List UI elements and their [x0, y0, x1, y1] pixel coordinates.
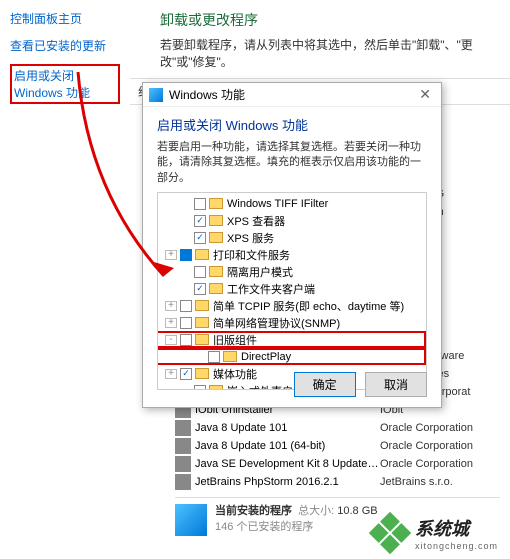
features-tree[interactable]: Windows TIFF IFilter XPS 查看器XPS 服务 + 打印和文件服… — [157, 192, 427, 390]
folder-icon — [195, 368, 209, 379]
watermark: 系统城 xitongcheng.com — [375, 515, 498, 551]
control-panel-sidebar: 控制面板主页 查看已安装的更新 启用或关闭 Windows 功能 — [10, 10, 120, 114]
dialog-title: Windows 功能 — [169, 86, 415, 103]
publisher-cell: Oracle Corporation — [380, 422, 500, 434]
folder-icon — [195, 300, 209, 311]
tree-row[interactable]: XPS 查看器 — [158, 212, 426, 229]
tree-label: Windows TIFF IFilter — [227, 198, 328, 210]
tree-row[interactable]: - 旧版组件 — [157, 331, 426, 348]
expand-toggle[interactable]: + — [165, 301, 177, 311]
app-name-cell: Java 8 Update 101 — [195, 422, 380, 434]
checkbox[interactable] — [180, 334, 192, 346]
tree-row[interactable]: DirectPlay — [157, 348, 426, 365]
tree-label: 简单 TCPIP 服务(即 echo、daytime 等) — [213, 298, 404, 314]
programs-icon — [175, 504, 207, 536]
list-item[interactable]: JetBrains PhpStorm 2016.2.1JetBrains s.r… — [175, 473, 500, 491]
folder-icon — [195, 317, 209, 328]
checkbox[interactable] — [194, 198, 206, 210]
status-count: 146 个已安装的程序 — [215, 520, 378, 535]
watermark-logo — [369, 512, 411, 554]
checkbox[interactable] — [180, 317, 192, 329]
status-size-value: 10.8 GB — [337, 505, 377, 517]
folder-icon — [223, 351, 237, 362]
tree-label: 简单网络管理协议(SNMP) — [213, 315, 340, 331]
app-name-cell: Java SE Development Kit 8 Update 101 — [195, 458, 380, 470]
checkbox[interactable] — [180, 368, 192, 380]
close-icon[interactable]: ✕ — [415, 86, 435, 103]
expand-toggle[interactable]: + — [165, 250, 177, 260]
folder-icon — [209, 215, 223, 226]
tree-label: 隔离用户模式 — [227, 264, 293, 280]
folder-icon — [209, 266, 223, 277]
list-item[interactable]: Java SE Development Kit 8 Update 101Orac… — [175, 455, 500, 473]
list-item[interactable]: Java 8 Update 101 (64-bit)Oracle Corpora… — [175, 437, 500, 455]
watermark-url: xitongcheng.com — [415, 541, 498, 551]
folder-icon — [209, 283, 223, 294]
page-title: 卸载或更改程序 — [130, 0, 510, 36]
checkbox[interactable] — [194, 385, 206, 391]
expand-toggle[interactable]: + — [165, 318, 177, 328]
folder-icon — [209, 232, 223, 243]
app-icon — [175, 474, 191, 490]
tree-label: 媒体功能 — [213, 366, 257, 382]
page-description: 若要卸载程序，请从列表中将其选中，然后单击"卸载"、"更改"或"修复"。 — [130, 36, 510, 78]
nav-home[interactable]: 控制面板主页 — [10, 10, 120, 27]
checkbox[interactable] — [208, 351, 220, 363]
app-name-cell: JetBrains PhpStorm 2016.2.1 — [195, 476, 380, 488]
tree-label: XPS 服务 — [227, 230, 274, 246]
dialog-description: 若要启用一种功能，请选择其复选框。若要关闭一种功能，请清除其复选框。填充的框表示… — [157, 140, 427, 186]
tree-label: 打印和文件服务 — [213, 247, 290, 263]
tree-label: DirectPlay — [241, 351, 291, 363]
folder-icon — [195, 334, 209, 345]
status-size-label: 总大小: — [298, 505, 334, 517]
app-icon — [175, 456, 191, 472]
checkbox[interactable] — [180, 300, 192, 312]
ok-button[interactable]: 确定 — [294, 372, 356, 397]
expand-toggle[interactable]: + — [165, 369, 177, 379]
app-icon — [175, 438, 191, 454]
checkbox[interactable] — [194, 266, 206, 278]
app-name-cell: Java 8 Update 101 (64-bit) — [195, 440, 380, 452]
list-item[interactable]: Java 8 Update 101Oracle Corporation — [175, 419, 500, 437]
dialog-titlebar[interactable]: Windows 功能 ✕ — [143, 83, 441, 107]
nav-view-updates[interactable]: 查看已安装的更新 — [10, 37, 120, 54]
folder-icon — [209, 385, 223, 390]
checkbox[interactable] — [194, 232, 206, 244]
folder-icon — [195, 249, 209, 260]
tree-label: XPS 查看器 — [227, 213, 285, 229]
tree-row[interactable]: 工作文件夹客户端 — [158, 280, 426, 297]
windows-features-dialog: Windows 功能 ✕ 启用或关闭 Windows 功能 若要启用一种功能，请… — [142, 82, 442, 408]
nav-windows-features[interactable]: 启用或关闭 Windows 功能 — [10, 64, 120, 104]
checkbox[interactable] — [180, 249, 192, 261]
publisher-cell: JetBrains s.r.o. — [380, 476, 500, 488]
publisher-cell: Oracle Corporation — [380, 458, 500, 470]
tree-row[interactable]: XPS 服务 — [158, 229, 426, 246]
dialog-heading: 启用或关闭 Windows 功能 — [157, 115, 427, 134]
checkbox[interactable] — [194, 283, 206, 295]
tree-row[interactable]: Windows TIFF IFilter — [158, 195, 426, 212]
expand-toggle[interactable]: - — [165, 335, 177, 345]
watermark-brand: 系统城 — [415, 515, 498, 541]
tree-row[interactable]: 隔离用户模式 — [158, 263, 426, 280]
tree-label: 旧版组件 — [213, 332, 257, 348]
app-icon — [175, 420, 191, 436]
publisher-cell: Oracle Corporation — [380, 440, 500, 452]
tree-row[interactable]: + 简单网络管理协议(SNMP) — [158, 314, 426, 331]
tree-row[interactable]: + 简单 TCPIP 服务(即 echo、daytime 等) — [158, 297, 426, 314]
cancel-button[interactable]: 取消 — [365, 372, 427, 397]
folder-icon — [209, 198, 223, 209]
checkbox[interactable] — [194, 215, 206, 227]
tree-row[interactable]: + 打印和文件服务 — [158, 246, 426, 263]
status-title: 当前安装的程序 — [215, 505, 292, 517]
windows-icon — [149, 88, 163, 102]
tree-label: 工作文件夹客户端 — [227, 281, 315, 297]
